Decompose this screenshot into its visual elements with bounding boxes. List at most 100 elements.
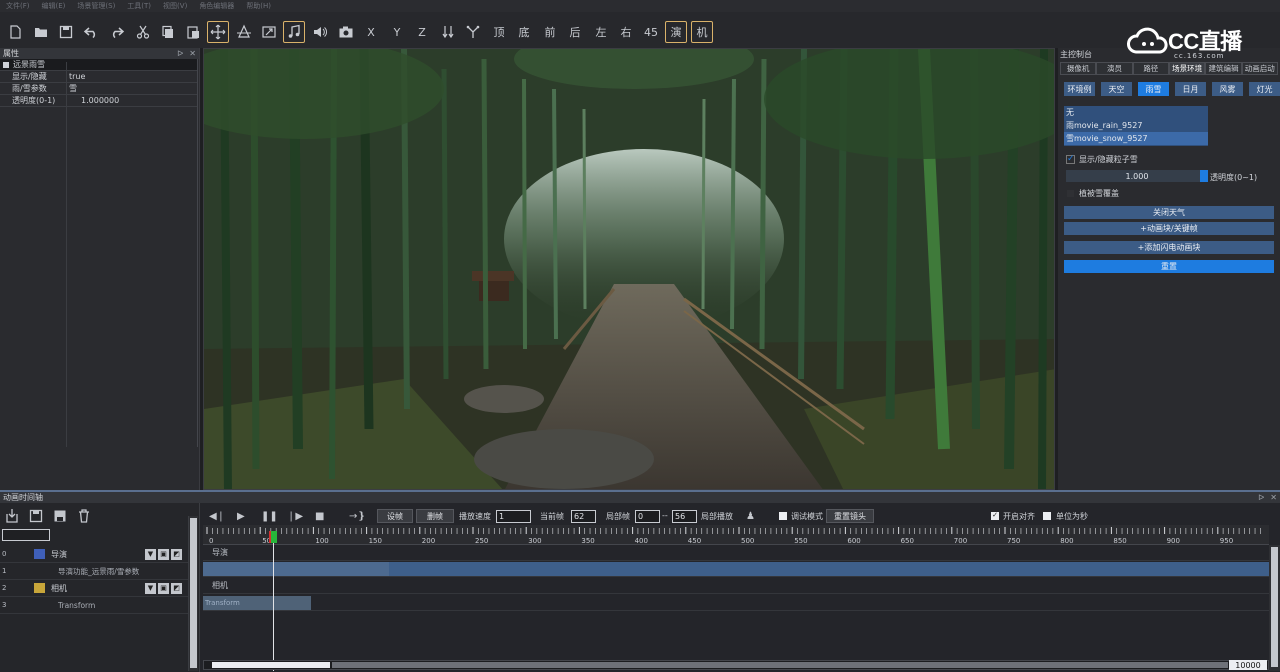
close-icon[interactable]: ✕ [189,49,196,58]
checkbox-checked[interactable]: ✓ [1066,155,1075,164]
jump-to-end-icon[interactable]: →❵ [349,511,366,522]
view-bottom-button[interactable]: 底 [513,21,535,43]
lane-camera[interactable]: 相机 [203,578,1269,594]
unit-seconds-checkbox[interactable] [1043,512,1051,520]
current-frame-input[interactable]: 62 [571,509,596,523]
music-icon[interactable] [283,21,305,43]
rotate-gizmo-icon[interactable] [233,21,255,43]
reset-button[interactable]: 重置 [1064,260,1274,273]
menu-character-editor[interactable]: 角色编辑器 [199,1,234,11]
lane-director[interactable]: 导演 [203,545,1269,561]
camera-icon[interactable] [335,21,357,43]
undo-icon[interactable] [80,21,102,43]
add-lightning-button[interactable]: +添加闪电动画块 [1064,241,1274,254]
menu-view[interactable]: 视图(V) [163,1,187,11]
debug-mode-checkbox[interactable] [779,512,787,520]
person-icon[interactable]: ♟ [746,511,755,522]
property-value[interactable]: 雪 [67,83,77,94]
cut-icon[interactable] [132,21,154,43]
track-row[interactable]: 2 相机 ▼ ▣ ◩ [0,580,188,597]
collapse-icon[interactable] [3,61,9,68]
dropdown-icon[interactable]: ▼ [145,548,156,560]
copy-icon[interactable] [157,21,179,43]
pause-icon[interactable]: ❚❚ [261,511,278,522]
menu-file[interactable]: 文件(F) [6,1,30,11]
snap-checkbox[interactable]: ✓ [991,512,999,520]
lock-icon[interactable]: ▣ [158,582,169,594]
view-front-button[interactable]: 前 [539,21,561,43]
axis-z-button[interactable]: Z [411,21,433,43]
redo-icon[interactable] [106,21,128,43]
close-icon[interactable]: ✕ [1270,493,1277,502]
track-row[interactable]: 3 Transform [0,597,188,614]
animation-block[interactable] [203,562,389,576]
timeline-vscroll[interactable] [1269,545,1280,671]
axis-x-button[interactable]: X [360,21,382,43]
import-icon[interactable] [4,508,20,524]
lane-weather-params[interactable] [203,561,1269,577]
playhead-marker[interactable] [269,531,277,543]
track-row[interactable]: 0 导演 ▼ ▣ ◩ [0,546,188,563]
prev-frame-icon[interactable]: ◀❘ [209,511,225,522]
subtab-environment[interactable]: 环境例 [1064,82,1095,96]
slider-handle[interactable] [1200,170,1208,182]
property-value[interactable]: 1.000000 [67,96,119,105]
paste-icon[interactable] [182,21,204,43]
property-row[interactable]: 雨/雪参数 雪 [0,83,197,95]
local-play-button[interactable]: 局部播放 [701,511,733,522]
visibility-icon[interactable]: ◩ [171,582,182,594]
menu-edit[interactable]: 编辑(E) [42,1,66,11]
track-list-scrollbar[interactable] [188,516,198,671]
particle-snow-toggle[interactable]: ✓ 显示/隐藏粒子雪 [1066,154,1138,165]
menu-tools[interactable]: 工具(T) [127,1,151,11]
view-back-button[interactable]: 后 [564,21,586,43]
stop-icon[interactable]: ■ [315,511,324,522]
save-as-icon[interactable] [52,508,68,524]
list-item[interactable]: 雨movie_rain_9527 [1064,119,1208,132]
align-icon[interactable] [462,21,484,43]
transform-block[interactable]: Transform [203,596,311,610]
menu-scene[interactable]: 场景管理(S) [77,1,115,11]
animation-block[interactable] [389,562,1269,576]
opacity-value[interactable]: 1.000 [1066,170,1208,182]
subtab-light[interactable]: 灯光 [1249,82,1280,96]
view-left-button[interactable]: 左 [590,21,612,43]
view-45-button[interactable]: 45 [640,21,662,43]
play-icon[interactable]: ▶ [237,511,245,522]
scene-viewport[interactable] [203,48,1055,490]
delete-frame-button[interactable]: 删帧 [416,509,454,523]
list-item[interactable]: 无 [1064,106,1208,119]
track-row[interactable]: 1 导演功能_远景雨/雪参数 [0,563,188,580]
track-search-input[interactable] [2,529,50,541]
visibility-icon[interactable]: ◩ [171,548,182,560]
reset-lens-button[interactable]: 重置镜头 [826,509,874,523]
dropdown-icon[interactable]: ▼ [145,582,156,594]
speed-input[interactable]: 1 [496,509,531,523]
axis-y-button[interactable]: Y [386,21,408,43]
frame-ruler[interactable]: 0 50 100 150 200 250 300 350 400 450 500 550 600 650 7… [203,525,1269,545]
checkbox-unchecked[interactable] [1066,189,1075,198]
close-weather-button[interactable]: 关闭天气 [1064,206,1274,219]
local-to-input[interactable]: 56 [672,509,697,523]
scrollbar-thumb[interactable] [190,518,197,668]
director-mode-button[interactable]: 演 [665,21,687,43]
pin-icon[interactable]: ᐅ [177,49,183,58]
save-icon[interactable] [55,21,77,43]
lock-icon[interactable]: ▣ [158,548,169,560]
property-row[interactable]: 显示/隐藏 true [0,71,197,83]
speaker-icon[interactable] [309,21,331,43]
subtab-wind-fog[interactable]: 风雾 [1212,82,1243,96]
property-value[interactable]: true [67,72,85,81]
property-row[interactable]: 透明度(0-1) 1.000000 [0,95,197,107]
timeline-hscroll[interactable]: 10000 [203,660,1269,670]
timeline-end-value[interactable]: 10000 [1229,660,1267,670]
subtab-sun-moon[interactable]: 日月 [1175,82,1206,96]
scale-gizmo-icon[interactable] [258,21,280,43]
subtab-sky[interactable]: 天空 [1101,82,1132,96]
subtab-rain-snow[interactable]: 雨雪 [1138,82,1169,96]
view-right-button[interactable]: 右 [615,21,637,43]
new-file-icon[interactable] [4,21,26,43]
list-item[interactable]: 雪movie_snow_9527 [1064,132,1208,145]
view-top-button[interactable]: 顶 [488,21,510,43]
opacity-slider[interactable]: 1.000 透明度(0~1) [1066,170,1276,182]
